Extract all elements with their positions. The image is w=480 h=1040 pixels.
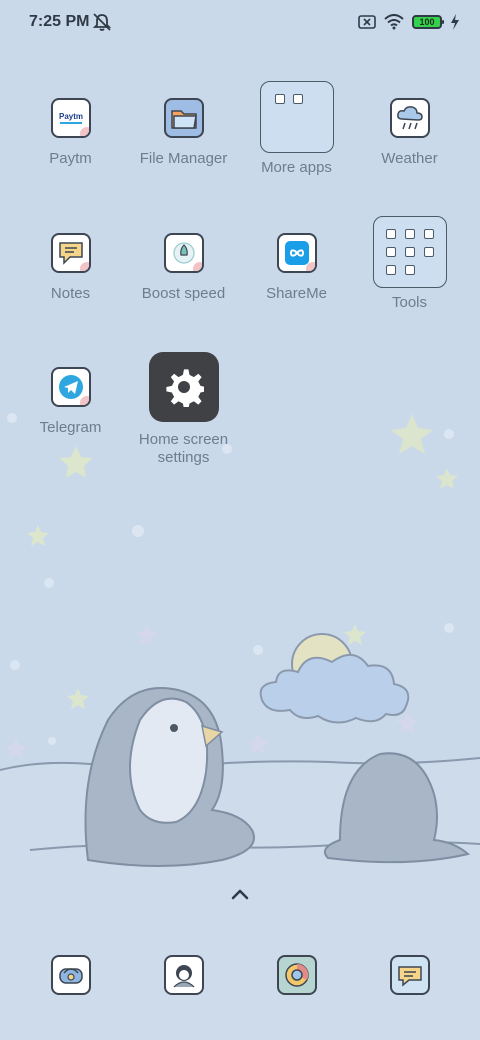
infinity-icon (276, 233, 317, 273)
paper-plane-icon (50, 367, 91, 407)
folder-icon (372, 216, 447, 288)
app-notes[interactable]: Notes (14, 233, 127, 303)
app-label: Telegram (39, 419, 102, 436)
app-label: File Manager (139, 150, 228, 167)
app-paytm[interactable]: Paytm Paytm (14, 98, 127, 168)
browser-icon (285, 963, 309, 987)
mini-app-icon (423, 229, 434, 239)
cloud-rain-icon (389, 98, 430, 138)
bell-off-icon (92, 13, 112, 31)
app-label: Tools (391, 294, 428, 311)
app-label: ShareMe (266, 285, 327, 302)
app-home-screen-settings[interactable]: Home screen settings (127, 352, 240, 467)
mini-app-icon (292, 94, 303, 104)
notes-icon (50, 233, 91, 273)
wifi-icon (384, 14, 404, 30)
app-shareme[interactable]: ShareMe (240, 233, 353, 303)
battery-level: 100 (419, 17, 435, 27)
sim-blocked-icon (358, 15, 376, 29)
paytm-logo-text: Paytm (58, 112, 82, 121)
mini-app-icon (404, 247, 415, 257)
mini-app-icon (404, 265, 415, 275)
app-file-manager[interactable]: File Manager (127, 98, 240, 168)
mini-app-icon (385, 265, 396, 275)
gear-icon (148, 352, 219, 422)
mini-app-icon (404, 229, 415, 239)
mini-app-icon (385, 247, 396, 257)
status-bar: 7:25 PM 100 (0, 0, 480, 44)
dock-contacts[interactable] (164, 955, 204, 995)
mini-app-icon (423, 247, 434, 257)
status-icons: 100 (358, 12, 460, 32)
dock-browser[interactable] (277, 955, 317, 995)
app-label: Home screen settings (138, 431, 229, 466)
app-label: Boost speed (141, 285, 226, 302)
dock-messages[interactable] (390, 955, 430, 995)
app-telegram[interactable]: Telegram (14, 367, 127, 437)
paytm-icon: Paytm (50, 98, 91, 138)
dock-phone[interactable] (51, 955, 91, 995)
app-label: Paytm (49, 150, 92, 167)
phone-icon (59, 968, 83, 984)
app-label: Weather (381, 150, 438, 167)
folder-more-apps[interactable]: More apps (240, 81, 353, 177)
folder-icon (163, 98, 204, 138)
battery-icon: 100 (412, 15, 444, 29)
chevron-up-icon[interactable] (229, 886, 251, 902)
app-label: More apps (261, 159, 332, 176)
folder-tools[interactable]: Tools (353, 216, 466, 312)
mini-app-icon (274, 94, 285, 104)
contacts-icon (173, 965, 195, 988)
charging-bolt-icon (451, 14, 459, 30)
rocket-icon (163, 233, 204, 273)
app-boost-speed[interactable]: Boost speed (127, 233, 240, 303)
mini-app-icon (385, 229, 396, 239)
folder-icon (259, 81, 334, 153)
app-label: Notes (50, 285, 91, 302)
app-weather[interactable]: Weather (353, 98, 466, 168)
status-time: 7:25 PM (29, 13, 90, 30)
messages-icon (398, 966, 422, 987)
